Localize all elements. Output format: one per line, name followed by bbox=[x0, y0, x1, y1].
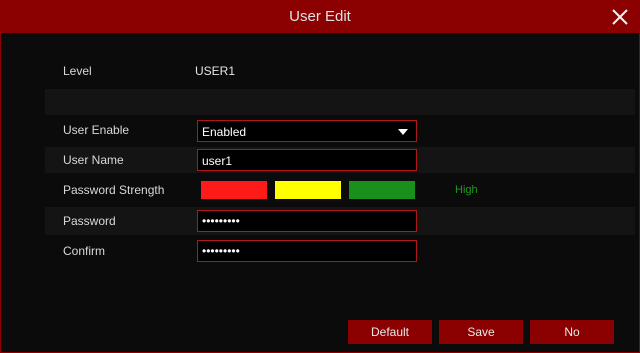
password-strength-value: High bbox=[455, 184, 478, 196]
confirm-value: ••••••••• bbox=[202, 244, 240, 258]
user-enable-value: Enabled bbox=[202, 125, 247, 139]
confirm-field[interactable]: ••••••••• bbox=[197, 240, 417, 262]
separator-row bbox=[45, 89, 635, 115]
password-row: Password ••••••••• bbox=[45, 207, 635, 235]
confirm-row: Confirm ••••••••• bbox=[45, 239, 635, 265]
password-strength-row: Password Strength High bbox=[45, 179, 635, 203]
level-value: USER1 bbox=[195, 64, 236, 78]
password-field[interactable]: ••••••••• bbox=[197, 210, 417, 232]
strength-bar-mid bbox=[275, 181, 341, 199]
user-enable-label: User Enable bbox=[63, 123, 130, 137]
no-button[interactable]: No bbox=[530, 320, 614, 344]
user-enable-row: User Enable Enabled bbox=[45, 119, 635, 143]
confirm-label: Confirm bbox=[63, 244, 106, 258]
title-bar: User Edit bbox=[1, 1, 639, 33]
password-strength-label: Password Strength bbox=[63, 183, 165, 197]
user-name-label: User Name bbox=[63, 153, 124, 167]
close-icon[interactable] bbox=[607, 3, 633, 31]
password-label: Password bbox=[63, 214, 116, 228]
chevron-down-icon bbox=[398, 129, 408, 135]
level-label: Level bbox=[63, 64, 92, 78]
user-edit-dialog: User Edit Level USER1 User Enable Enable… bbox=[0, 0, 640, 353]
dialog-title: User Edit bbox=[289, 8, 351, 25]
save-button[interactable]: Save bbox=[439, 320, 523, 344]
user-name-row: User Name user1 bbox=[45, 147, 635, 173]
default-button[interactable]: Default bbox=[348, 320, 432, 344]
strength-bar-high bbox=[349, 181, 415, 199]
user-name-value: user1 bbox=[202, 154, 233, 168]
password-value: ••••••••• bbox=[202, 214, 240, 228]
user-name-field[interactable]: user1 bbox=[197, 149, 417, 171]
user-enable-select[interactable]: Enabled bbox=[197, 120, 417, 142]
level-row: Level USER1 bbox=[45, 59, 635, 83]
strength-bar-low bbox=[201, 181, 267, 199]
